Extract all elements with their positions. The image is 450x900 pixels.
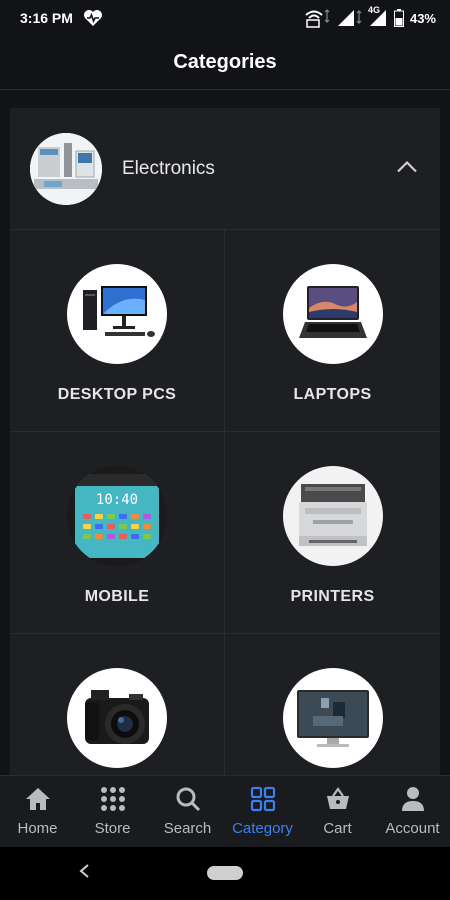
monitor-image — [282, 668, 383, 768]
category-item-camera[interactable] — [10, 634, 225, 775]
category-item-label: MOBILE — [84, 588, 150, 605]
nav-label: Home — [17, 820, 58, 837]
category-item-label: LAPTOPS — [293, 386, 372, 403]
category-item-laptops[interactable]: LAPTOPS — [225, 230, 440, 432]
category-item-label: DESKTOP PCS — [57, 386, 177, 403]
nav-label: Category — [232, 820, 293, 837]
nav-store[interactable]: Store — [75, 776, 150, 847]
nav-label: Store — [94, 820, 131, 837]
laptop-image — [282, 264, 383, 364]
signal-4g-icon: 4G — [368, 5, 388, 27]
category-item-desktop-pcs[interactable]: DESKTOP PCS — [10, 230, 225, 432]
app-header: Categories — [0, 36, 450, 90]
signal-icon — [336, 9, 362, 27]
heart-pulse-icon — [83, 9, 103, 27]
category-list[interactable]: Electronics DESKTOP PCS LAPTOPS 10:40 MO… — [0, 90, 450, 775]
mobile-image: 10:40 — [67, 466, 167, 566]
back-icon[interactable] — [78, 863, 90, 884]
category-group-header[interactable]: Electronics — [10, 108, 440, 230]
grid-dots-icon — [100, 786, 126, 816]
nav-search[interactable]: Search — [150, 776, 225, 847]
chevron-up-icon[interactable] — [396, 159, 418, 178]
basket-icon — [325, 786, 351, 816]
nav-label: Cart — [323, 820, 352, 837]
nav-label: Account — [385, 820, 440, 837]
search-icon — [175, 786, 201, 816]
page-title: Categories — [173, 51, 277, 73]
home-icon — [24, 786, 52, 816]
svg-text:10:40: 10:40 — [96, 492, 138, 508]
nav-home[interactable]: Home — [0, 776, 75, 847]
system-nav-bar — [0, 847, 450, 900]
bottom-nav: Home Store Search Category Cart Account — [0, 775, 450, 847]
nav-category[interactable]: Category — [225, 776, 300, 847]
wifi-call-icon — [304, 8, 330, 28]
battery-icon — [393, 9, 404, 27]
category-group-card: Electronics DESKTOP PCS LAPTOPS 10:40 MO… — [10, 108, 440, 775]
home-pill-button[interactable] — [207, 866, 243, 880]
person-icon — [400, 786, 426, 816]
category-squares-icon — [250, 786, 276, 816]
electronics-thumbnail — [30, 132, 102, 205]
desktop-pc-image — [67, 264, 167, 364]
category-grid: DESKTOP PCS LAPTOPS 10:40 MOBILE PRINTER… — [10, 230, 440, 775]
status-bar: 3:16 PM 4G 43% — [0, 0, 450, 36]
category-item-printers[interactable]: PRINTERS — [225, 432, 440, 634]
category-group-name: Electronics — [122, 157, 215, 179]
network-type: 4G — [367, 5, 380, 15]
category-item-monitor[interactable] — [225, 634, 440, 775]
category-item-mobile[interactable]: 10:40 MOBILE — [10, 432, 225, 634]
printer-image — [282, 466, 383, 566]
nav-label: Search — [163, 820, 212, 837]
camera-image — [67, 668, 167, 768]
category-item-label: PRINTERS — [290, 588, 375, 605]
battery-percent: 43% — [409, 10, 436, 26]
nav-account[interactable]: Account — [375, 776, 450, 847]
nav-cart[interactable]: Cart — [300, 776, 375, 847]
status-time: 3:16 PM — [20, 10, 73, 26]
